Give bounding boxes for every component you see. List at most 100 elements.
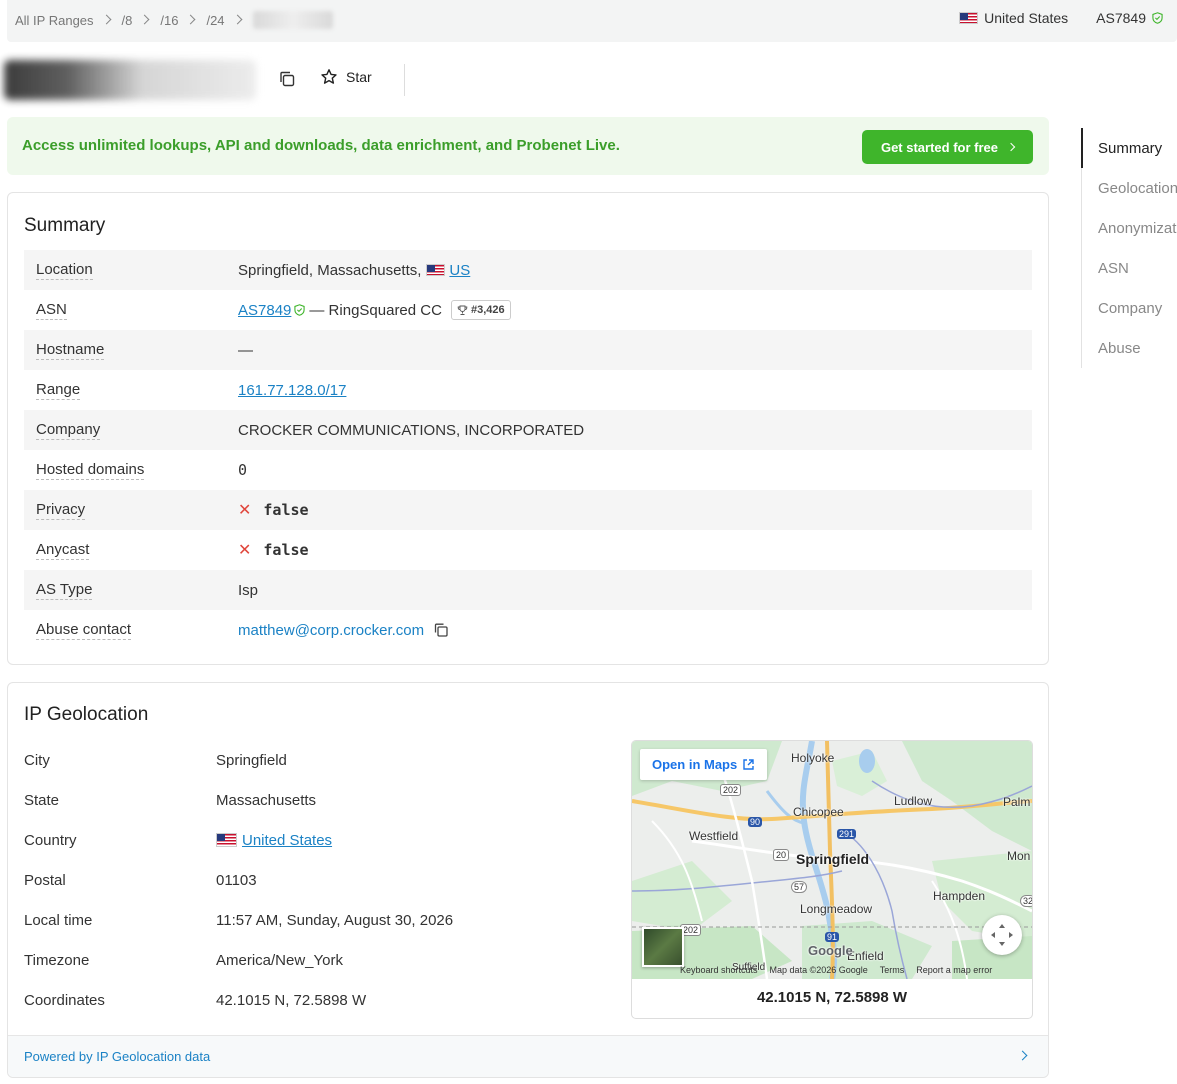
geo-row-postal: Postal 01103: [24, 860, 604, 900]
top-asn[interactable]: AS7849: [1096, 10, 1146, 26]
summary-row-asn: ASN AS7849 — RingSquared CC #3,426: [24, 290, 1032, 330]
map-report-error-link[interactable]: Report a map error: [916, 965, 992, 975]
hostname-label: Hostname: [36, 340, 105, 360]
map-place-hampden: Hampden: [933, 889, 986, 903]
summary-card: Summary Location Springfield, Massachuse…: [7, 192, 1049, 665]
range-link[interactable]: 161.77.128.0/17: [238, 382, 346, 399]
nav-item-company[interactable]: Company: [1098, 300, 1162, 317]
route-shield-291: 291: [837, 829, 857, 839]
summary-row-privacy: Privacy ✕ false: [24, 490, 1032, 530]
city-label: City: [24, 751, 50, 769]
verified-shield-icon: [294, 304, 306, 316]
route-shield-32: 32: [1020, 895, 1032, 907]
route-shield-57: 57: [791, 881, 808, 893]
satellite-thumbnail[interactable]: [642, 927, 684, 967]
route-shield-20: 20: [773, 849, 790, 861]
us-flag-icon: [426, 264, 446, 276]
map-place-longmeadow: Longmeadow: [800, 902, 873, 916]
city-value: Springfield: [216, 751, 287, 769]
privacy-value: false: [263, 501, 309, 519]
as-type-value: Isp: [238, 581, 259, 599]
geolocation-card: IP Geolocation City Springfield State Ma…: [7, 682, 1049, 1078]
summary-title: Summary: [24, 215, 106, 236]
coordinates-label: Coordinates: [24, 991, 105, 1009]
timezone-value: America/New_York: [216, 951, 343, 969]
asn-label: ASN: [36, 300, 67, 320]
postal-value: 01103: [216, 871, 257, 889]
map-place-palm: Palm: [1003, 795, 1031, 809]
map-keyboard-shortcuts[interactable]: Keyboard shortcuts: [680, 965, 758, 975]
breadcrumb-current-redacted: [252, 11, 333, 29]
false-x-icon: ✕: [238, 502, 252, 519]
summary-row-abuse: Abuse contact matthew@corp.crocker.com: [24, 610, 1032, 650]
copy-icon[interactable]: [278, 70, 296, 88]
hosted-domains-value: 0: [238, 461, 248, 479]
get-started-label: Get started for free: [880, 139, 999, 155]
asn-rank-badge: #3,426: [450, 300, 511, 320]
location-country-link[interactable]: US: [449, 262, 470, 279]
header-divider: [404, 64, 405, 96]
top-bar: All IP Ranges /8 /16 /24 United States A…: [7, 0, 1177, 42]
summary-row-hostname: Hostname —: [24, 330, 1032, 370]
breadcrumb-all-ranges[interactable]: All IP Ranges: [15, 13, 94, 28]
abuse-label: Abuse contact: [36, 620, 132, 640]
country-link[interactable]: United States: [242, 832, 332, 849]
location-value: Springfield, Massachusetts,: [238, 261, 422, 279]
copy-icon[interactable]: [433, 622, 449, 638]
company-value: CROCKER COMMUNICATIONS, INCORPORATED: [238, 421, 585, 439]
country-label: Country: [24, 831, 77, 849]
geo-row-local-time: Local time 11:57 AM, Sunday, August 30, …: [24, 900, 604, 940]
summary-row-location: Location Springfield, Massachusetts, US: [24, 250, 1032, 290]
open-in-maps-label: Open in Maps: [652, 757, 738, 772]
summary-row-range: Range 161.77.128.0/17: [24, 370, 1032, 410]
active-nav-indicator: [1081, 128, 1083, 168]
map-view[interactable]: Holyoke Chicopee Ludlow Palm Westfield S…: [632, 741, 1032, 979]
state-label: State: [24, 791, 60, 809]
breadcrumb-24[interactable]: /24: [206, 13, 224, 28]
star-button[interactable]: Star: [320, 68, 372, 86]
top-right-info: United States AS7849: [959, 10, 1163, 26]
us-flag-icon: [216, 833, 237, 847]
breadcrumb-8[interactable]: /8: [122, 13, 133, 28]
get-started-button[interactable]: Get started for free: [862, 130, 1033, 164]
nav-item-asn[interactable]: ASN: [1098, 260, 1129, 277]
asn-link[interactable]: AS7849: [238, 302, 291, 319]
ip-header: Star: [0, 56, 420, 104]
expand-arrows-icon: [991, 924, 1013, 946]
breadcrumb-16[interactable]: /16: [160, 13, 178, 28]
local-time-label: Local time: [24, 911, 93, 929]
hosted-domains-label: Hosted domains: [36, 460, 145, 480]
open-in-maps-button[interactable]: Open in Maps: [640, 749, 768, 780]
map-place-springfield: Springfield: [796, 851, 870, 867]
nav-item-abuse[interactable]: Abuse: [1098, 340, 1141, 357]
geo-footer[interactable]: Powered by IP Geolocation data: [8, 1035, 1048, 1077]
chevron-right-icon: [139, 14, 150, 24]
geo-footer-link[interactable]: Powered by IP Geolocation data: [24, 1049, 210, 1064]
nav-item-geolocation[interactable]: Geolocation: [1098, 180, 1177, 197]
summary-row-anycast: Anycast ✕ false: [24, 530, 1032, 570]
anycast-label: Anycast: [36, 540, 90, 560]
promo-banner: Access unlimited lookups, API and downlo…: [7, 117, 1049, 175]
timezone-label: Timezone: [24, 951, 90, 969]
nav-item-anonymization[interactable]: Anonymization: [1098, 220, 1177, 237]
section-nav: Summary Geolocation Anonymization ASN Co…: [1081, 128, 1177, 368]
google-logo: Google: [808, 943, 853, 958]
map-attribution: Keyboard shortcuts Map data ©2026 Google…: [680, 965, 992, 975]
map-place-holyoke: Holyoke: [791, 751, 835, 765]
map-terms-link[interactable]: Terms: [880, 965, 905, 975]
abuse-email-link[interactable]: matthew@corp.crocker.com: [238, 622, 424, 639]
map-container: Holyoke Chicopee Ludlow Palm Westfield S…: [631, 740, 1033, 1019]
summary-row-as-type: AS Type Isp: [24, 570, 1032, 610]
false-x-icon: ✕: [238, 542, 252, 559]
route-shield-90: 90: [748, 817, 763, 827]
asn-name: — RingSquared CC: [309, 301, 442, 319]
trophy-icon: [457, 305, 468, 315]
geo-row-state: State Massachusetts: [24, 780, 604, 820]
top-country[interactable]: United States: [984, 10, 1068, 26]
breadcrumb: All IP Ranges /8 /16 /24: [15, 11, 333, 29]
nav-item-summary[interactable]: Summary: [1098, 140, 1162, 157]
map-coordinates-caption: 42.1015 N, 72.5898 W: [756, 989, 908, 1006]
fullscreen-button[interactable]: [982, 915, 1022, 955]
us-flag-icon: [959, 12, 979, 24]
external-link-icon: [743, 759, 754, 770]
